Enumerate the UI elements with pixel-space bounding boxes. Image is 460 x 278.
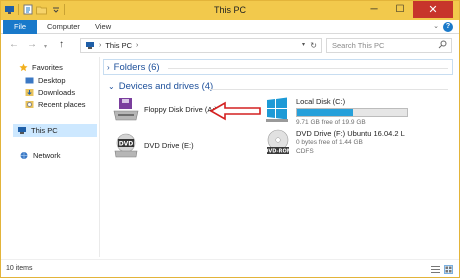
search-input[interactable]: Search This PC [326, 38, 452, 53]
explorer-window: This PC ─ ☐ ✕ File Computer View ⌄ ? ← →… [0, 0, 460, 278]
drive-filesystem: CDFS [296, 148, 314, 155]
details-view-icon[interactable] [431, 265, 440, 274]
ribbon-tabs: File Computer View ⌄ ? [1, 20, 459, 34]
annotation-arrow-icon [209, 101, 261, 121]
drive-name: DVD Drive (E:) [144, 141, 194, 150]
drive-name: Floppy Disk Drive (A:) [144, 105, 217, 114]
this-pc-icon [18, 127, 26, 134]
expand-chevron-icon: › [107, 63, 110, 72]
drive-name: Local Disk (C:) [296, 97, 346, 106]
tab-view[interactable]: View [95, 20, 111, 34]
floppy-drive-icon [113, 98, 139, 121]
nav-this-pc-label: This PC [31, 126, 58, 135]
nav-item-desktop[interactable]: Desktop [25, 76, 66, 85]
dvd-rom-icon: DVD-ROM [264, 129, 292, 155]
nav-this-pc[interactable]: This PC [13, 124, 97, 137]
recent-places-icon [25, 101, 34, 108]
folders-group-label: Folders (6) [113, 62, 160, 73]
tab-file[interactable]: File [3, 20, 37, 34]
window-controls: ─ ☐ ✕ [361, 1, 453, 18]
expand-ribbon-icon[interactable]: ⌄ [433, 22, 439, 30]
star-icon [19, 63, 28, 72]
large-icons-view-icon[interactable] [444, 265, 453, 274]
drive-local-c[interactable]: Local Disk (C:) 9.71 GB free of 19.9 GB [264, 97, 424, 129]
address-bar[interactable]: › This PC › ▾ ↻ [80, 38, 322, 53]
drive-usage-fill [297, 109, 354, 116]
devices-group-header[interactable]: ⌄ Devices and drives (4) [108, 81, 213, 92]
drive-free-space: 9.71 GB free of 19.9 GB [296, 119, 366, 126]
nav-favorites[interactable]: Favorites [19, 63, 63, 72]
drive-dvd-e[interactable]: DVD DVD Drive (E:) [112, 133, 244, 161]
devices-group-label: Devices and drives (4) [118, 81, 214, 92]
svg-text:DVD-ROM: DVD-ROM [264, 149, 291, 155]
nav-favorites-label: Favorites [32, 63, 63, 72]
windows-drive-icon [266, 97, 288, 122]
nav-network-label: Network [33, 151, 61, 160]
address-chevron-icon[interactable]: › [136, 42, 138, 49]
drive-dvd-f[interactable]: DVD-ROM DVD Drive (F:) Ubuntu 16.04.2 L … [264, 129, 434, 161]
refresh-icon[interactable]: ↻ [310, 41, 317, 50]
content-pane: › Folders (6) ⌄ Devices and drives (4) F… [99, 57, 457, 257]
address-chevron-icon[interactable]: › [99, 42, 101, 49]
network-icon [20, 152, 28, 159]
back-arrow-icon[interactable]: ← [9, 39, 19, 51]
desktop-icon [25, 77, 34, 83]
nav-item-label: Desktop [38, 76, 66, 85]
item-count: 10 items [6, 265, 33, 272]
recent-locations-icon[interactable]: ▾ [44, 41, 47, 53]
nav-network[interactable]: Network [19, 151, 61, 160]
status-bar: 10 items [1, 259, 459, 277]
help-icon[interactable]: ? [443, 22, 453, 32]
maximize-button[interactable]: ☐ [387, 1, 413, 18]
address-row: ← → ▾ ↑ › This PC › ▾ ↻ Search This PC [1, 35, 459, 55]
divider [208, 89, 448, 90]
folders-group-header[interactable]: › Folders (6) [103, 59, 453, 75]
dvd-drive-icon: DVD [114, 133, 138, 158]
title-bar: This PC ─ ☐ ✕ [1, 1, 459, 20]
minimize-button[interactable]: ─ [361, 1, 387, 18]
svg-text:DVD: DVD [119, 141, 134, 148]
nav-item-downloads[interactable]: Downloads [25, 88, 75, 97]
close-button[interactable]: ✕ [413, 1, 453, 18]
drive-usage-bar [296, 108, 408, 117]
drive-free-space: 0 bytes free of 1.44 GB [296, 139, 363, 146]
up-arrow-icon[interactable]: ↑ [59, 39, 64, 51]
forward-arrow-icon[interactable]: → [27, 39, 37, 51]
search-icon[interactable] [438, 40, 447, 53]
this-pc-small-icon [86, 42, 94, 49]
collapse-chevron-icon: ⌄ [108, 82, 115, 91]
drive-name: DVD Drive (F:) Ubuntu 16.04.2 L [296, 129, 405, 138]
downloads-icon [25, 89, 34, 96]
address-dropdown-icon[interactable]: ▾ [302, 41, 305, 48]
nav-item-label: Downloads [38, 88, 76, 97]
folders-group-title: › Folders (6) [107, 62, 160, 73]
search-placeholder: Search This PC [332, 41, 385, 50]
address-path[interactable]: This PC [105, 41, 132, 50]
divider [168, 68, 448, 69]
nav-item-label: Recent places [38, 100, 86, 109]
tab-computer[interactable]: Computer [47, 20, 80, 34]
nav-item-recent-places[interactable]: Recent places [25, 100, 86, 109]
navigation-pane: Favorites Desktop Downloads Recent place… [1, 57, 98, 257]
